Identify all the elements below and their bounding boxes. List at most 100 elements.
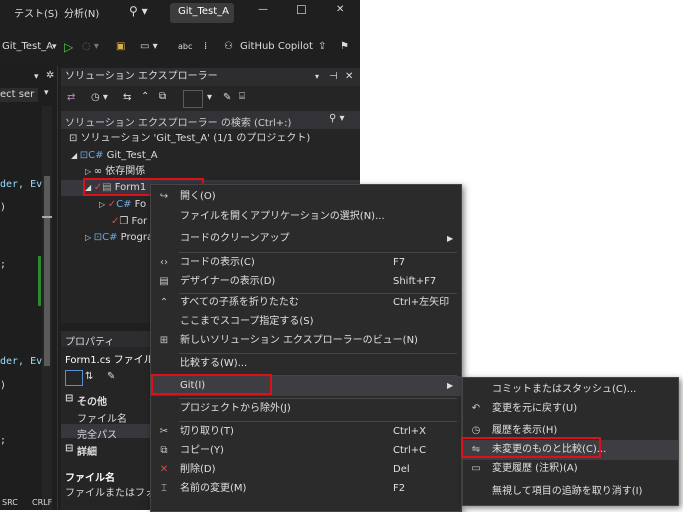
menu-test[interactable]: テスト(S) <box>14 5 58 20</box>
properties-title: プロパティ <box>65 337 115 348</box>
tree-item-project[interactable]: ◢ ⊡C# Git_Test_A <box>71 148 158 164</box>
expand-icon[interactable]: ▷ <box>85 167 94 176</box>
more-icon[interactable]: ⁞ <box>204 33 207 61</box>
solution-explorer-title: ソリューション エクスプローラー <box>65 71 218 82</box>
sort-icon[interactable]: ⇅ <box>85 371 93 382</box>
expand-icon[interactable]: ◢ <box>71 151 80 160</box>
expand-icon[interactable]: ▷ <box>99 200 108 209</box>
properties-object[interactable]: Form1.cs ファイルの <box>65 351 164 366</box>
solution-explorer-toolbar: ⇄ ◷ ▾ ⇆ ⌃ ⧉ ▾ ✎ ⌸ <box>61 88 360 110</box>
expand-icon[interactable]: ▷ <box>85 233 94 242</box>
show-all-icon[interactable] <box>183 90 203 108</box>
feedback-icon[interactable]: ⚑ <box>340 33 349 61</box>
copilot-icon[interactable]: ⚇ <box>224 33 233 61</box>
member-dropdown[interactable]: ect ser <box>0 88 38 102</box>
open-icon: ↪ <box>159 191 169 202</box>
menu-analyze[interactable]: 分析(N) <box>64 5 99 20</box>
menu-item-cut[interactable]: ✂ 切り取り(T) Ctrl+X <box>151 422 461 442</box>
window-icon[interactable]: ▭ ▾ <box>140 33 158 61</box>
menu-item-label: 新しいソリューション エクスプローラーのビュー(N) <box>180 335 418 346</box>
code-line: ; <box>0 259 7 270</box>
category-toggle[interactable]: ⊟ <box>65 443 73 454</box>
description-title: ファイル名 <box>65 473 115 484</box>
line-ending-indicator[interactable]: CRLF <box>32 498 52 507</box>
tree-item-program[interactable]: ▷ ⊡C# Progra <box>85 230 153 246</box>
category-toggle[interactable]: ⊟ <box>65 393 73 404</box>
scrollbar-thumb[interactable] <box>44 176 50 366</box>
filter-icon[interactable]: ▾ <box>207 92 212 103</box>
history-icon[interactable]: ◷ ▾ <box>91 92 108 103</box>
folder-icon[interactable]: ▣ <box>116 33 125 61</box>
menu-item-label: コードの表示(C) <box>180 257 255 268</box>
undo-icon: ↶ <box>471 403 481 414</box>
play-icon[interactable]: ▷ <box>64 33 73 61</box>
menu-item-copy[interactable]: ⧉ コピー(Y) Ctrl+C <box>151 441 461 461</box>
menu-item-shortcut: Shift+F7 <box>393 276 437 287</box>
toolbar: Git_Test_A ▾ ▷ ◌ ▾ ▣ ▭ ▾ abc ⁞ ⚇ GitHub … <box>0 33 360 61</box>
copy-view-icon[interactable]: ⧉ <box>159 91 166 102</box>
resource-file-icon: ❐ <box>119 216 132 227</box>
search-icon[interactable]: ⚲ ▾ <box>129 4 148 18</box>
close-icon[interactable]: ✕ <box>345 68 353 86</box>
scrollbar[interactable] <box>42 106 52 510</box>
property-file-name[interactable]: ファイル名 <box>77 410 127 425</box>
encoding-indicator[interactable]: SRC <box>2 498 18 507</box>
pin-icon[interactable]: ⊣ <box>329 68 338 86</box>
code-editor[interactable]: ect ser ▾ ▾ ✲ der, Ev ) ; der, Ev ) ; SR… <box>0 66 58 510</box>
menu-item-collapse-all[interactable]: ⌃ すべての子孫を折りたたむ Ctrl+左矢印 <box>151 293 461 313</box>
debug-icon[interactable]: ◌ ▾ <box>82 33 99 61</box>
menu-item-new-view[interactable]: ⊞ 新しいソリューション エクスプローラーのビュー(N) <box>151 331 461 351</box>
menu-item-delete[interactable]: ✕ 削除(D) Del <box>151 460 461 480</box>
minimize-button[interactable]: — <box>258 4 268 15</box>
close-button[interactable]: ✕ <box>336 4 344 15</box>
submenu-item-undo[interactable]: ↶ 変更を元に戻す(U) <box>463 399 678 419</box>
menu-item-code-cleanup[interactable]: コードのクリーンアップ ▶ <box>151 229 461 249</box>
submenu-arrow-icon: ▶ <box>447 234 454 243</box>
maximize-button[interactable]: ☐ <box>296 3 307 17</box>
menu-item-label: コードのクリーンアップ <box>180 233 290 244</box>
collapse-icon[interactable]: ⌃ <box>141 91 149 102</box>
menu-item-open-with[interactable]: ファイルを開くアプリケーションの選択(N)... <box>151 207 461 227</box>
dependencies-icon: ∞ <box>93 166 106 177</box>
menu-item-scope-to-this[interactable]: ここまでスコープ指定する(S) <box>151 312 461 332</box>
search-icon[interactable]: ⚲ ▾ <box>329 113 345 124</box>
menu-item-exclude[interactable]: プロジェクトから除外(J) <box>151 399 461 419</box>
submenu-item-annotate[interactable]: ▭ 変更履歴 (注釈)(A) <box>463 459 678 479</box>
tree-item-label: ソリューション 'Git_Test_A' (1/1 のプロジェクト) <box>80 133 311 144</box>
member-dropdown-label: ect ser <box>0 89 35 100</box>
dropdown-arrow-icon[interactable]: ▾ <box>34 72 39 82</box>
back-icon[interactable]: ⇆ <box>123 92 131 103</box>
chevron-down-icon[interactable]: ▾ <box>315 68 319 86</box>
copilot-button[interactable]: GitHub Copilot <box>240 33 313 61</box>
menu-item-open[interactable]: ↪ 開く(O) <box>151 187 461 207</box>
menu-item-view-code[interactable]: ‹› コードの表示(C) F7 <box>151 253 461 273</box>
chevron-down-icon[interactable]: ▾ <box>44 88 49 98</box>
menu-item-label: 削除(D) <box>180 464 216 475</box>
submenu-item-untrack[interactable]: 無視して項目の追跡を取り消す(I) <box>463 482 678 502</box>
title-tab-label: Git_Test_A <box>178 6 229 17</box>
tree-item-child1[interactable]: ▷ ✓C# Fo <box>99 197 146 213</box>
menu-item-shortcut: F7 <box>393 257 406 268</box>
categorized-icon[interactable] <box>65 370 83 386</box>
share-icon[interactable]: ⇪ <box>318 33 326 61</box>
sync-icon[interactable]: ⇄ <box>67 92 75 103</box>
preview-icon[interactable]: ⌸ <box>239 91 245 102</box>
wrench-icon[interactable]: ✎ <box>107 371 115 382</box>
project-dropdown[interactable]: Git_Test_A <box>2 33 53 61</box>
gear-icon[interactable]: ✲ <box>46 70 54 81</box>
tree-item-solution[interactable]: ⊡ ソリューション 'Git_Test_A' (1/1 のプロジェクト) <box>69 131 310 147</box>
tree-item-child2[interactable]: ✓❐ For <box>111 214 147 230</box>
wrench-icon[interactable]: ✎ <box>223 92 231 103</box>
spell-icon[interactable]: abc <box>178 33 192 61</box>
chevron-down-icon[interactable]: ▾ <box>52 33 57 61</box>
title-tab[interactable]: Git_Test_A <box>170 3 234 23</box>
property-full-path[interactable]: 完全パス <box>77 426 117 441</box>
menu-item-compare[interactable]: 比較する(W)... <box>151 354 461 374</box>
menu-item-rename[interactable]: ⌶ 名前の変更(M) F2 <box>151 479 461 499</box>
menu-item-view-designer[interactable]: ▤ デザイナーの表示(D) Shift+F7 <box>151 272 461 292</box>
search-input[interactable]: ソリューション エクスプローラー の検索 (Ctrl+:) ⚲ ▾ <box>61 111 360 129</box>
submenu-item-commit[interactable]: コミットまたはスタッシュ(C)... <box>463 380 678 400</box>
copy-icon: ⧉ <box>160 445 168 456</box>
menu-item-shortcut: Ctrl+左矢印 <box>393 297 450 308</box>
highlight-compare <box>461 437 601 458</box>
